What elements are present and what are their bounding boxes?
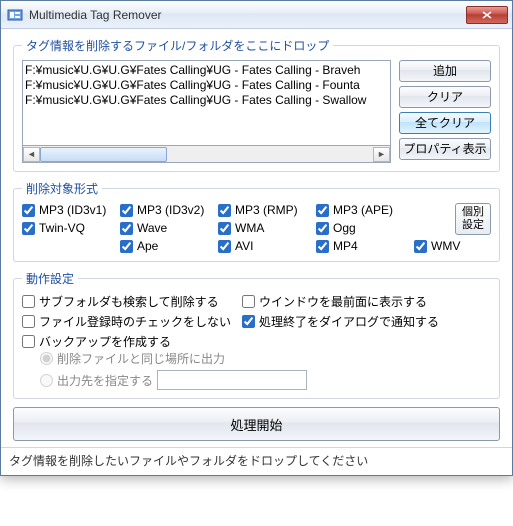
backup-checkbox[interactable]: バックアップを作成する [22,333,491,350]
h-scrollbar[interactable]: ◄ ► [22,146,391,163]
format-label: WMV [431,239,460,253]
file-list-wrap: F:¥music¥U.G¥U.G¥Fates Calling¥UG - Fate… [22,60,391,163]
format-label: Ape [137,239,158,253]
topmost-label: ウインドウを最前面に表示する [259,293,427,310]
list-item[interactable]: F:¥music¥U.G¥U.G¥Fates Calling¥UG - Fate… [25,78,388,93]
format-label: MP3 (APE) [333,203,393,217]
format-checkbox[interactable]: Ape [120,239,218,253]
clear-button[interactable]: クリア [399,86,491,108]
output-same-label: 削除ファイルと同じ場所に出力 [57,350,225,367]
format-label: Wave [137,221,167,235]
backup-label: バックアップを作成する [39,333,171,350]
add-button[interactable]: 追加 [399,60,491,82]
app-window: Multimedia Tag Remover タグ情報を削除するファイル/フォル… [0,0,513,476]
side-buttons: 追加 クリア 全てクリア プロパティ表示 [399,60,491,163]
format-label: Ogg [333,221,356,235]
format-checkbox[interactable]: Wave [120,221,218,235]
subfolder-checkbox[interactable]: サブフォルダも検索して削除する [22,293,232,310]
format-checkbox[interactable]: MP3 (RMP) [218,203,316,217]
output-spec-label: 出力先を指定する [57,372,153,389]
format-label: MP3 (ID3v1) [39,203,106,217]
format-label: MP4 [333,239,358,253]
nocheck-checkbox[interactable]: ファイル登録時のチェックをしない [22,313,232,330]
format-label: MP3 (ID3v2) [137,203,204,217]
nocheck-label: ファイル登録時のチェックをしない [39,313,231,330]
format-checkbox[interactable]: MP3 (ID3v1) [22,203,120,217]
output-path-input[interactable] [157,370,307,390]
clear-all-button[interactable]: 全てクリア [399,112,491,134]
format-label: AVI [235,239,253,253]
properties-button[interactable]: プロパティ表示 [399,138,491,160]
scroll-right-button[interactable]: ► [373,147,390,162]
format-label: MP3 (RMP) [235,203,298,217]
close-button[interactable] [466,6,508,24]
subfolder-label: サブフォルダも検索して削除する [39,293,219,310]
notify-label: 処理終了をダイアログで通知する [259,313,439,330]
notify-checkbox[interactable]: 処理終了をダイアログで通知する [242,313,491,330]
format-label: WMA [235,221,264,235]
file-list[interactable]: F:¥music¥U.G¥U.G¥Fates Calling¥UG - Fate… [22,60,391,146]
format-checkbox[interactable]: AVI [218,239,316,253]
start-button[interactable]: 処理開始 [13,407,500,441]
behavior-group: 動作設定 サブフォルダも検索して削除する ウインドウを最前面に表示する ファイル… [13,270,500,399]
scroll-thumb[interactable] [40,147,167,162]
format-label: Twin-VQ [39,221,85,235]
format-checkbox[interactable]: Ogg [316,221,414,235]
scroll-track[interactable] [40,147,373,162]
output-same-radio[interactable]: 削除ファイルと同じ場所に出力 [40,350,491,367]
drop-legend: タグ情報を削除するファイル/フォルダをここにドロップ [22,37,333,54]
list-item[interactable]: F:¥music¥U.G¥U.G¥Fates Calling¥UG - Fate… [25,63,388,78]
format-checkbox[interactable]: MP3 (APE) [316,203,414,217]
formats-group: 削除対象形式 MP3 (ID3v1)MP3 (ID3v2)MP3 (RMP)MP… [13,180,500,262]
topmost-checkbox[interactable]: ウインドウを最前面に表示する [242,293,491,310]
behavior-legend: 動作設定 [22,270,78,287]
output-spec-radio[interactable]: 出力先を指定する [40,370,491,390]
backup-suboptions: 削除ファイルと同じ場所に出力 出力先を指定する [40,350,491,390]
format-checkbox[interactable]: WMA [218,221,316,235]
format-checkbox[interactable]: WMV [414,239,491,253]
formats-grid: MP3 (ID3v1) MP3 (ID3v2) MP3 (RMP) MP3 (APE)… [22,203,491,253]
format-checkbox[interactable]: Twin-VQ [22,221,120,235]
window-title: Multimedia Tag Remover [29,8,466,22]
drop-group: タグ情報を削除するファイル/フォルダをここにドロップ F:¥music¥U.G¥… [13,37,500,172]
format-checkbox[interactable]: MP3 (ID3v2) [120,203,218,217]
formats-legend: 削除対象形式 [22,180,102,197]
list-item[interactable]: F:¥music¥U.G¥U.G¥Fates Calling¥UG - Fate… [25,93,388,108]
app-icon [7,7,23,23]
close-icon [482,11,492,19]
format-checkbox[interactable]: MP4 [316,239,414,253]
titlebar: Multimedia Tag Remover [1,1,512,29]
content-area: タグ情報を削除するファイル/フォルダをここにドロップ F:¥music¥U.G¥… [1,29,512,447]
status-bar: タグ情報を削除したいファイルやフォルダをドロップしてください [1,447,512,475]
individual-settings-button[interactable]: 個別設定 [455,203,491,235]
scroll-left-button[interactable]: ◄ [23,147,40,162]
